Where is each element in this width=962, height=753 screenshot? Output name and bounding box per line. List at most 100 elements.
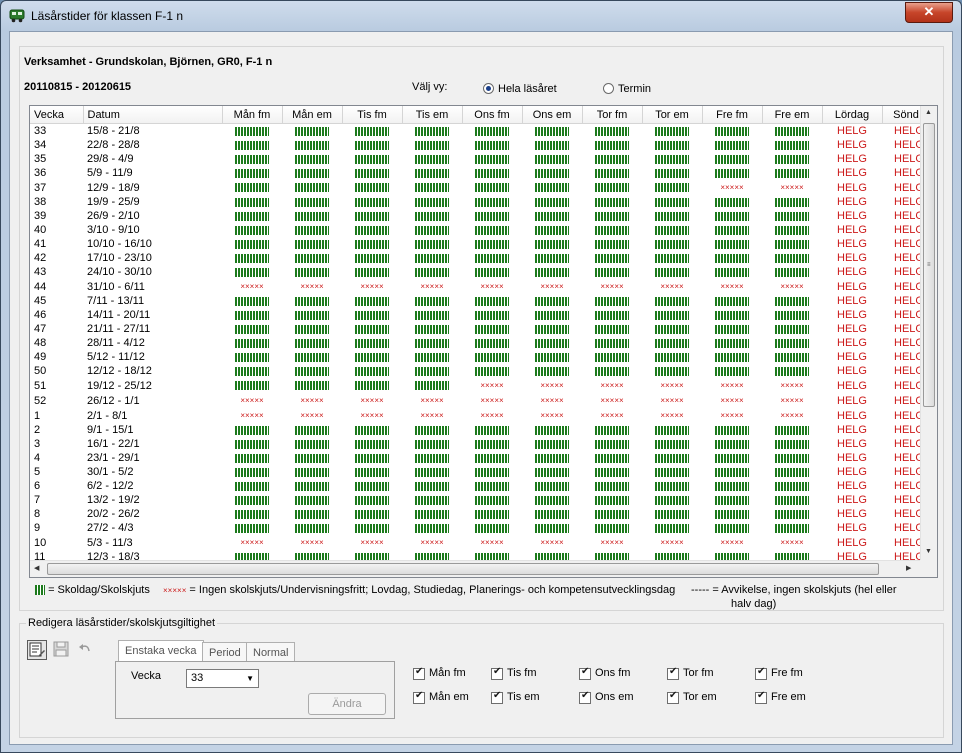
table-row[interactable]: 36 5/9 - 11/9 HELG HELG [30, 166, 930, 180]
table-row[interactable]: 4 23/1 - 29/1 HELG HELG [30, 451, 930, 465]
table-row[interactable]: 34 22/8 - 28/8 HELG HELG [30, 138, 930, 152]
table-row[interactable]: 47 21/11 - 27/11 HELG HELG [30, 322, 930, 336]
table-row[interactable]: 3 16/1 - 22/1 HELG HELG [30, 437, 930, 451]
school-day-icon [655, 467, 689, 477]
column-header[interactable]: Tor em [642, 106, 703, 124]
weekend-cell: HELG [837, 323, 867, 335]
tab-single-week[interactable]: Enstaka vecka [118, 640, 204, 662]
radio-full-year-label[interactable]: Hela läsåret [498, 83, 557, 95]
horizontal-scrollbar[interactable]: ◀ ▶ [30, 560, 920, 577]
checkbox[interactable] [579, 666, 591, 680]
checkbox-label[interactable]: Ons fm [595, 667, 630, 679]
table-row[interactable]: 51 19/12 - 25/12 ××××× ××××× ××××× ××××× ×××××… [30, 378, 930, 393]
checkbox-label[interactable]: Tor em [683, 691, 717, 703]
horizontal-scroll-thumb[interactable] [47, 563, 879, 575]
no-transport-marker: ××××× [540, 282, 564, 291]
checkbox[interactable] [491, 666, 503, 680]
week-cell: 4 [34, 452, 41, 464]
table-row[interactable]: 41 10/10 - 16/10 HELG HELG [30, 237, 930, 251]
checkbox[interactable] [413, 666, 425, 680]
column-header[interactable]: Lördag [822, 106, 883, 124]
school-day-icon [355, 225, 389, 235]
tab-normal[interactable]: Normal [246, 642, 296, 662]
scroll-right-icon[interactable]: ▶ [906, 564, 911, 572]
save-button[interactable] [52, 640, 72, 660]
column-header[interactable]: Fre fm [702, 106, 763, 124]
table-row[interactable]: 7 13/2 - 19/2 HELG HELG [30, 493, 930, 507]
school-day-cell [282, 294, 342, 308]
column-header[interactable]: Fre em [762, 106, 823, 124]
checkbox[interactable] [755, 666, 767, 680]
weekend-cell: HELG [837, 280, 867, 293]
school-day-cell [462, 294, 522, 308]
radio-full-year[interactable] [483, 83, 494, 94]
column-header[interactable]: Tis em [402, 106, 463, 124]
checkbox-label[interactable]: Tis em [507, 691, 540, 703]
school-day-icon [295, 126, 329, 136]
undo-button[interactable] [76, 640, 96, 660]
checkbox[interactable] [755, 690, 767, 704]
table-row[interactable]: 6 6/2 - 12/2 HELG HELG [30, 479, 930, 493]
table-row[interactable]: 42 17/10 - 23/10 HELG HELG [30, 251, 930, 265]
column-header[interactable]: Mån fm [222, 106, 283, 124]
table-row[interactable]: 49 5/12 - 11/12 HELG HELG [30, 350, 930, 364]
checkbox[interactable] [491, 690, 503, 704]
checkbox-label[interactable]: Mån fm [429, 667, 466, 679]
scroll-up-icon[interactable]: ▲ [925, 109, 932, 116]
scroll-left-icon[interactable]: ◀ [34, 564, 39, 572]
school-day-cell [342, 479, 402, 493]
table-row[interactable]: 39 26/9 - 2/10 HELG HELG [30, 209, 930, 223]
checkbox-label[interactable]: Tis fm [507, 667, 537, 679]
table-row[interactable]: 2 9/1 - 15/1 HELG HELG [30, 423, 930, 437]
no-transport-cell: ××××× [762, 279, 822, 294]
vecka-select[interactable]: 33 ▼ [186, 669, 259, 688]
checkbox-label[interactable]: Ons em [595, 691, 634, 703]
column-header[interactable]: Ons fm [462, 106, 523, 124]
school-day-icon [775, 140, 809, 150]
checkbox-label[interactable]: Tor fm [683, 667, 714, 679]
table-row[interactable]: 45 7/11 - 13/11 HELG HELG [30, 294, 930, 308]
checkbox[interactable] [667, 690, 679, 704]
table-row[interactable]: 9 27/2 - 4/3 HELG HELG [30, 521, 930, 535]
change-button[interactable]: Ändra [308, 693, 386, 715]
vertical-scroll-thumb[interactable]: ≡ [923, 123, 935, 407]
table-row[interactable]: 48 28/11 - 4/12 HELG HELG [30, 336, 930, 350]
legend-no-transport: ××××× = Ingen skolskjuts/Undervisningsfr… [163, 584, 675, 596]
column-header[interactable]: Ons em [522, 106, 583, 124]
column-header[interactable]: Datum [83, 106, 223, 124]
checkbox[interactable] [667, 666, 679, 680]
table-row[interactable]: 8 20/2 - 26/2 HELG HELG [30, 507, 930, 521]
table-row[interactable]: 35 29/8 - 4/9 HELG HELG [30, 152, 930, 166]
table-row[interactable]: 10 5/3 - 11/3 ××××× ××××× ××××× ××××× ××××× ×××… [30, 535, 930, 550]
close-button[interactable]: ✕ [905, 2, 953, 23]
scroll-down-icon[interactable]: ▼ [925, 548, 932, 555]
table-row[interactable]: 52 26/12 - 1/1 ××××× ××××× ××××× ××××× ××××× ××… [30, 393, 930, 408]
column-header[interactable]: Tor fm [582, 106, 643, 124]
checkbox[interactable] [413, 690, 425, 704]
table-row[interactable]: 33 15/8 - 21/8 HELG HELG [30, 124, 930, 139]
table-row[interactable]: 43 24/10 - 30/10 HELG HELG [30, 265, 930, 279]
column-header[interactable]: Vecka [30, 106, 84, 124]
table-row[interactable]: 50 12/12 - 18/12 HELG HELG [30, 364, 930, 378]
table-row[interactable]: 44 31/10 - 6/11 ××××× ××××× ××××× ××××× ××××× ×… [30, 279, 930, 294]
checkbox[interactable] [579, 690, 591, 704]
radio-term[interactable] [603, 83, 614, 94]
table-row[interactable]: 5 30/1 - 5/2 HELG HELG [30, 465, 930, 479]
radio-term-label[interactable]: Termin [618, 83, 651, 95]
column-header[interactable]: Mån em [282, 106, 343, 124]
tab-period[interactable]: Period [202, 642, 248, 662]
table-row[interactable]: 38 19/9 - 25/9 HELG HELG [30, 195, 930, 209]
table-row[interactable]: 1 2/1 - 8/1 ××××× ××××× ××××× ××××× ××××× ×××××… [30, 408, 930, 423]
school-day-icon [535, 439, 569, 449]
checkbox-label[interactable]: Fre em [771, 691, 806, 703]
table-row[interactable]: 46 14/11 - 20/11 HELG HELG [30, 308, 930, 322]
school-day-cell [402, 223, 462, 237]
vertical-scrollbar[interactable]: ▲ ≡ ▼ [920, 106, 937, 560]
edit-tool-button[interactable] [27, 640, 47, 660]
checkbox-label[interactable]: Mån em [429, 691, 469, 703]
table-row[interactable]: 40 3/10 - 9/10 HELG HELG [30, 223, 930, 237]
column-header[interactable]: Tis fm [342, 106, 403, 124]
checkbox-label[interactable]: Fre fm [771, 667, 803, 679]
school-day-icon [535, 338, 569, 348]
table-row[interactable]: 37 12/9 - 18/9 ××××× ××××× HELG HELG [30, 180, 930, 195]
